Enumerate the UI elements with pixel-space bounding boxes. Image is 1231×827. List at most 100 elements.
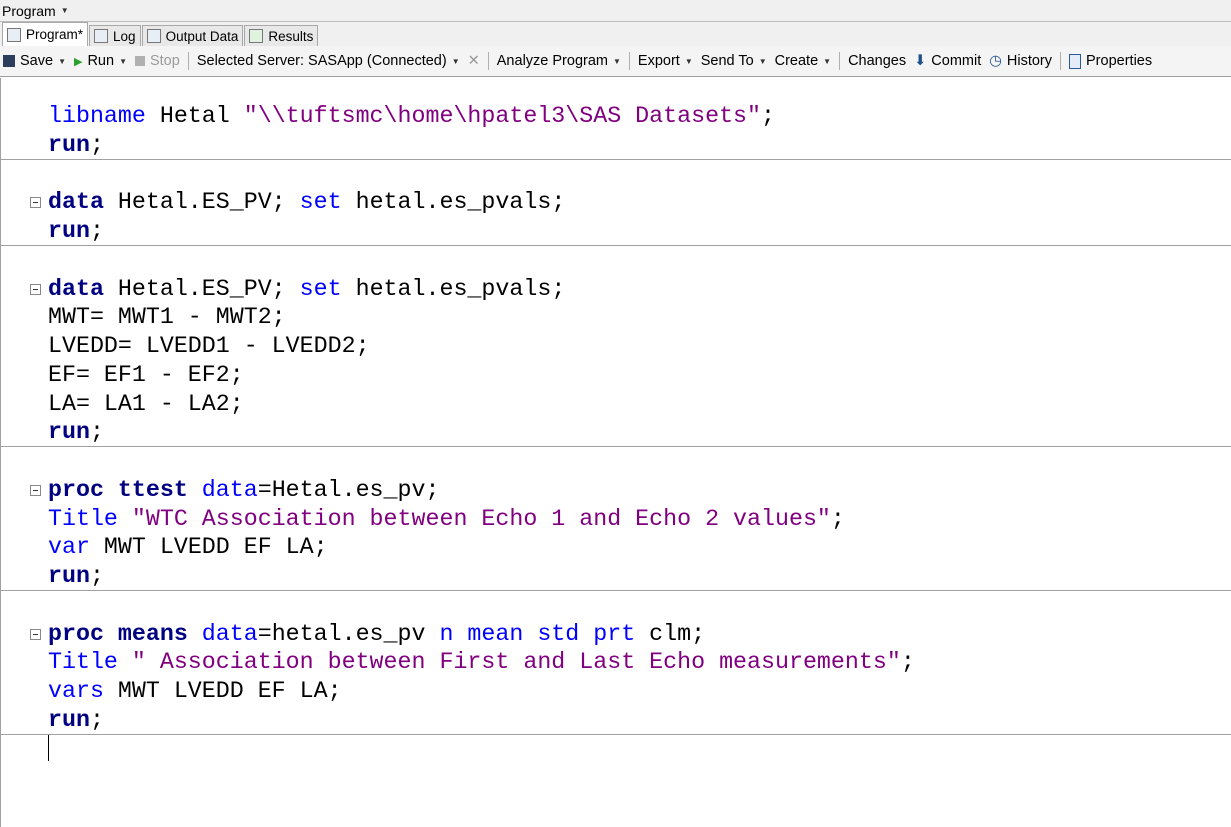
properties-icon — [1069, 53, 1082, 69]
save-icon — [3, 55, 15, 67]
code-line[interactable]: run; — [1, 217, 1231, 246]
collapse-icon[interactable] — [30, 628, 41, 640]
code-line[interactable]: Title "WTC Association between Echo 1 an… — [1, 505, 1231, 534]
code-token: Hetal.ES_PV; — [103, 189, 300, 216]
code-line[interactable]: data Hetal.ES_PV; set hetal.es_pvals; — [1, 275, 1231, 304]
divider — [1060, 52, 1062, 70]
changes-button[interactable]: Changes — [848, 53, 906, 69]
code-token: run — [48, 419, 90, 446]
tab-log[interactable]: Log — [89, 25, 141, 46]
create-label: Create — [774, 53, 819, 69]
stop-label: Stop — [149, 53, 180, 69]
stop-button[interactable]: Stop — [134, 53, 180, 69]
code-token: LA= LA1 - LA2; — [48, 390, 244, 417]
code-line[interactable]: LA= LA1 - LA2; — [1, 390, 1231, 419]
commit-button[interactable]: ⬇ Commit — [914, 53, 981, 69]
code-token: proc ttest — [48, 476, 188, 503]
code-line[interactable]: run; — [1, 562, 1231, 591]
code-line[interactable]: proc means data=hetal.es_pv n mean std p… — [1, 620, 1231, 649]
export-button[interactable]: Export ▼ — [638, 53, 693, 69]
code-token: set — [299, 189, 342, 216]
code-line[interactable]: var MWT LVEDD EF LA; — [1, 533, 1231, 562]
code-line[interactable]: run; — [1, 418, 1231, 447]
code-area[interactable]: libname Hetal "\\tuftsmc\home\hpatel3\SA… — [1, 102, 1231, 763]
code-token: =hetal.es_pv — [257, 620, 440, 647]
code-token: data — [201, 476, 258, 503]
results-icon — [249, 29, 264, 43]
tab-label: Output Data — [165, 28, 239, 44]
code-token: n mean std prt — [439, 620, 636, 647]
chevron-down-icon: ▼ — [612, 56, 621, 66]
code-token: "WTC Association between Echo 1 and Echo… — [131, 505, 831, 532]
chevron-down-icon: ▼ — [451, 56, 460, 66]
create-button[interactable]: Create ▼ — [775, 53, 831, 69]
blank-line[interactable] — [1, 591, 1231, 620]
disconnect-button[interactable]: ✕ — [468, 53, 480, 69]
collapse-icon[interactable] — [30, 484, 41, 496]
code-token: proc means — [48, 620, 188, 647]
toolbar: Save ▼ ▶ Run ▼ Stop Selected Server: SASApp… — [0, 46, 1231, 77]
divider — [487, 52, 489, 70]
properties-button[interactable]: Properties — [1069, 53, 1152, 69]
code-line[interactable]: libname Hetal "\\tuftsmc\home\hpatel3\SA… — [1, 102, 1231, 131]
code-token: set — [299, 275, 342, 302]
commit-icon: ⬇ — [914, 53, 927, 69]
blank-line[interactable] — [1, 735, 1231, 764]
tab-label: Results — [268, 28, 314, 44]
code-token: ; — [89, 419, 104, 446]
code-line[interactable]: data Hetal.ES_PV; set hetal.es_pvals; — [1, 188, 1231, 217]
export-label: Export — [637, 53, 680, 69]
tab-program[interactable]: Program* — [2, 22, 89, 46]
code-line[interactable]: proc ttest data=Hetal.es_pv; — [1, 476, 1231, 505]
code-token: clm; — [635, 620, 706, 647]
code-token: libname — [48, 103, 160, 129]
run-button[interactable]: ▶ Run ▼ — [74, 53, 127, 69]
code-line[interactable]: MWT= MWT1 - MWT2; — [1, 303, 1231, 332]
collapse-icon[interactable] — [30, 197, 41, 209]
code-token: ; — [89, 218, 104, 244]
server-label: Selected Server: SASApp (Connected) — [196, 53, 447, 69]
program-menu[interactable]: Program ▼ — [0, 0, 1231, 22]
history-button[interactable]: ◷ History — [989, 53, 1052, 69]
server-selector[interactable]: Selected Server: SASApp (Connected) ▼ — [197, 53, 460, 69]
code-token: ; — [89, 706, 104, 733]
blank-line[interactable] — [1, 447, 1231, 476]
code-editor[interactable]: libname Hetal "\\tuftsmc\home\hpatel3\SA… — [0, 78, 1231, 827]
code-token: var — [48, 534, 90, 561]
code-line[interactable]: run; — [1, 706, 1231, 735]
code-line[interactable]: LVEDD= LVEDD1 - LVEDD2; — [1, 332, 1231, 361]
tab-results[interactable]: Results — [244, 25, 319, 46]
tab-output-data[interactable]: Output Data — [141, 25, 244, 46]
code-token: Title — [48, 505, 132, 532]
code-line[interactable]: vars MWT LVEDD EF LA; — [1, 677, 1231, 706]
properties-label: Properties — [1086, 53, 1153, 69]
chevron-down-icon: ▼ — [119, 56, 127, 66]
tab-label: Program* — [26, 27, 84, 42]
divider — [839, 52, 841, 70]
play-icon: ▶ — [73, 55, 83, 68]
output-data-icon — [146, 29, 161, 43]
code-token: ; — [89, 131, 104, 158]
analyze-program-button[interactable]: Analyze Program ▼ — [497, 53, 621, 69]
blank-line[interactable] — [1, 160, 1231, 189]
send-to-button[interactable]: Send To ▼ — [701, 53, 767, 69]
plug-icon: ✕ — [467, 53, 480, 69]
tab-bar: Program* Log Output Data Results — [0, 22, 1231, 46]
code-token: run — [48, 218, 90, 244]
run-label: Run — [87, 53, 115, 69]
code-line[interactable]: Title " Association between First and La… — [1, 648, 1231, 677]
commit-label: Commit — [931, 53, 982, 69]
save-button[interactable]: Save ▼ — [3, 53, 66, 69]
program-icon — [7, 27, 21, 42]
collapse-icon[interactable] — [30, 283, 41, 295]
code-token: " Association between First and Last Ech… — [131, 649, 901, 676]
code-line[interactable]: run; — [1, 131, 1231, 160]
code-token: hetal.es_pvals; — [341, 189, 566, 216]
code-token: EF= EF1 - EF2; — [48, 361, 244, 388]
code-line[interactable]: EF= EF1 - EF2; — [1, 361, 1231, 390]
blank-line[interactable] — [1, 246, 1231, 275]
stop-icon — [134, 56, 145, 66]
tab-label: Log — [113, 28, 136, 44]
text-cursor — [48, 735, 49, 762]
